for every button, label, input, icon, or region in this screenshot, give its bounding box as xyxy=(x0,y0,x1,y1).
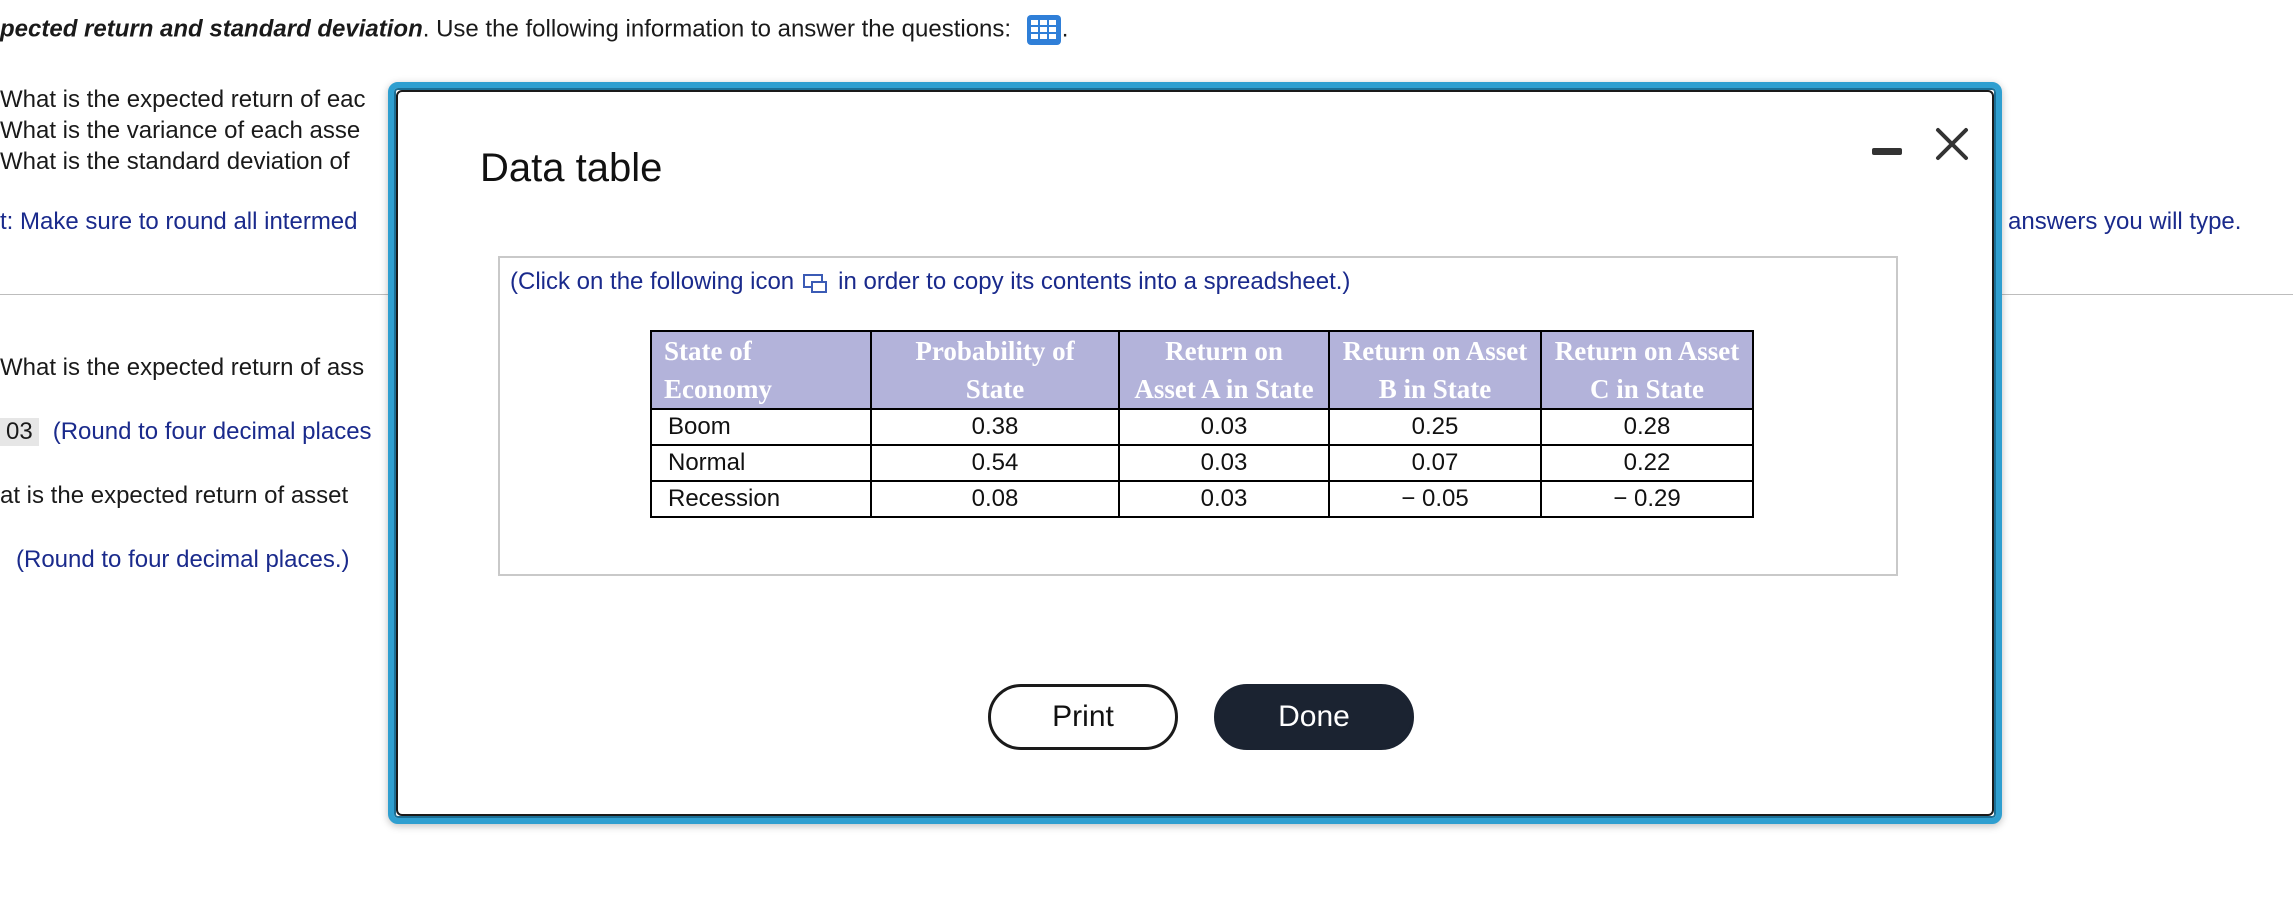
data-table-dialog: Data table (Click on the following icon … xyxy=(388,82,2002,824)
column-header-asset-b: Return on Asset B in State xyxy=(1328,330,1542,410)
part-a-question: What is the expected return of ass xyxy=(0,354,365,381)
column-header-asset-a: Return on Asset A in State xyxy=(1118,330,1330,410)
table-cell: 0.03 xyxy=(1118,480,1330,518)
column-header-state: State of Economy xyxy=(650,330,872,410)
table-grid-icon[interactable] xyxy=(1026,14,1062,46)
table-cell: 0.28 xyxy=(1540,408,1754,446)
table-cell: 0.07 xyxy=(1328,444,1542,482)
column-header-asset-c: Return on Asset C in State xyxy=(1540,330,1754,410)
column-header-probability: Probability of State xyxy=(870,330,1120,410)
question-list-item-b: What is the variance of each asse xyxy=(0,117,361,144)
table-cell: − 0.29 xyxy=(1540,480,1754,518)
copy-instruction: (Click on the following icon in order to… xyxy=(510,268,1350,296)
table-cell: 0.03 xyxy=(1118,408,1330,446)
table-cell: Boom xyxy=(650,408,872,446)
table-cell: 0.54 xyxy=(870,444,1120,482)
hint-text: t: Make sure to round all intermed xyxy=(0,208,358,235)
part-a-answer-row: 03 (Round to four decimal places xyxy=(0,418,372,446)
done-button[interactable]: Done xyxy=(1214,684,1414,750)
table-cell: Normal xyxy=(650,444,872,482)
table-row: Normal 0.54 0.03 0.07 0.22 xyxy=(650,444,1754,482)
copy-spreadsheet-icon[interactable] xyxy=(802,271,830,295)
table-cell: − 0.05 xyxy=(1328,480,1542,518)
hint-text-right: answers you will type. xyxy=(2008,208,2242,235)
header-rest-text: . Use the following information to answe… xyxy=(422,15,1012,43)
header-end-text: . xyxy=(1061,15,1069,43)
table-cell: Recession xyxy=(650,480,872,518)
close-icon[interactable] xyxy=(1932,124,1972,164)
data-table-container: (Click on the following icon in order to… xyxy=(498,256,1898,576)
question-list-item-a: What is the expected return of eac xyxy=(0,86,366,113)
table-cell: 0.38 xyxy=(870,408,1120,446)
print-button[interactable]: Print xyxy=(988,684,1178,750)
copy-note-after: in order to copy its contents into a spr… xyxy=(838,268,1351,295)
table-row: Recession 0.08 0.03 − 0.05 − 0.29 xyxy=(650,480,1754,518)
question-header: pected return and standard deviation. Us… xyxy=(0,14,1068,46)
table-header-row: State of Economy Probability of State Re… xyxy=(650,330,1754,410)
question-list-item-c: What is the standard deviation of xyxy=(0,148,350,175)
table-cell: 0.22 xyxy=(1540,444,1754,482)
part-b-question: at is the expected return of asset xyxy=(0,482,349,509)
table-row: Boom 0.38 0.03 0.25 0.28 xyxy=(650,408,1754,446)
table-cell: 0.25 xyxy=(1328,408,1542,446)
round-hint: (Round to four decimal places xyxy=(52,418,372,445)
answer-input[interactable]: 03 xyxy=(0,418,39,446)
dialog-title: Data table xyxy=(480,146,663,190)
data-table: State of Economy Probability of State Re… xyxy=(650,330,1754,518)
header-bold-text: pected return and standard deviation xyxy=(0,15,423,43)
divider xyxy=(2000,294,2293,295)
divider xyxy=(0,294,400,295)
table-cell: 0.08 xyxy=(870,480,1120,518)
copy-note-before: (Click on the following icon xyxy=(510,268,795,295)
round-hint: (Round to four decimal places.) xyxy=(16,546,350,573)
minimize-icon[interactable] xyxy=(1872,136,1902,166)
table-cell: 0.03 xyxy=(1118,444,1330,482)
